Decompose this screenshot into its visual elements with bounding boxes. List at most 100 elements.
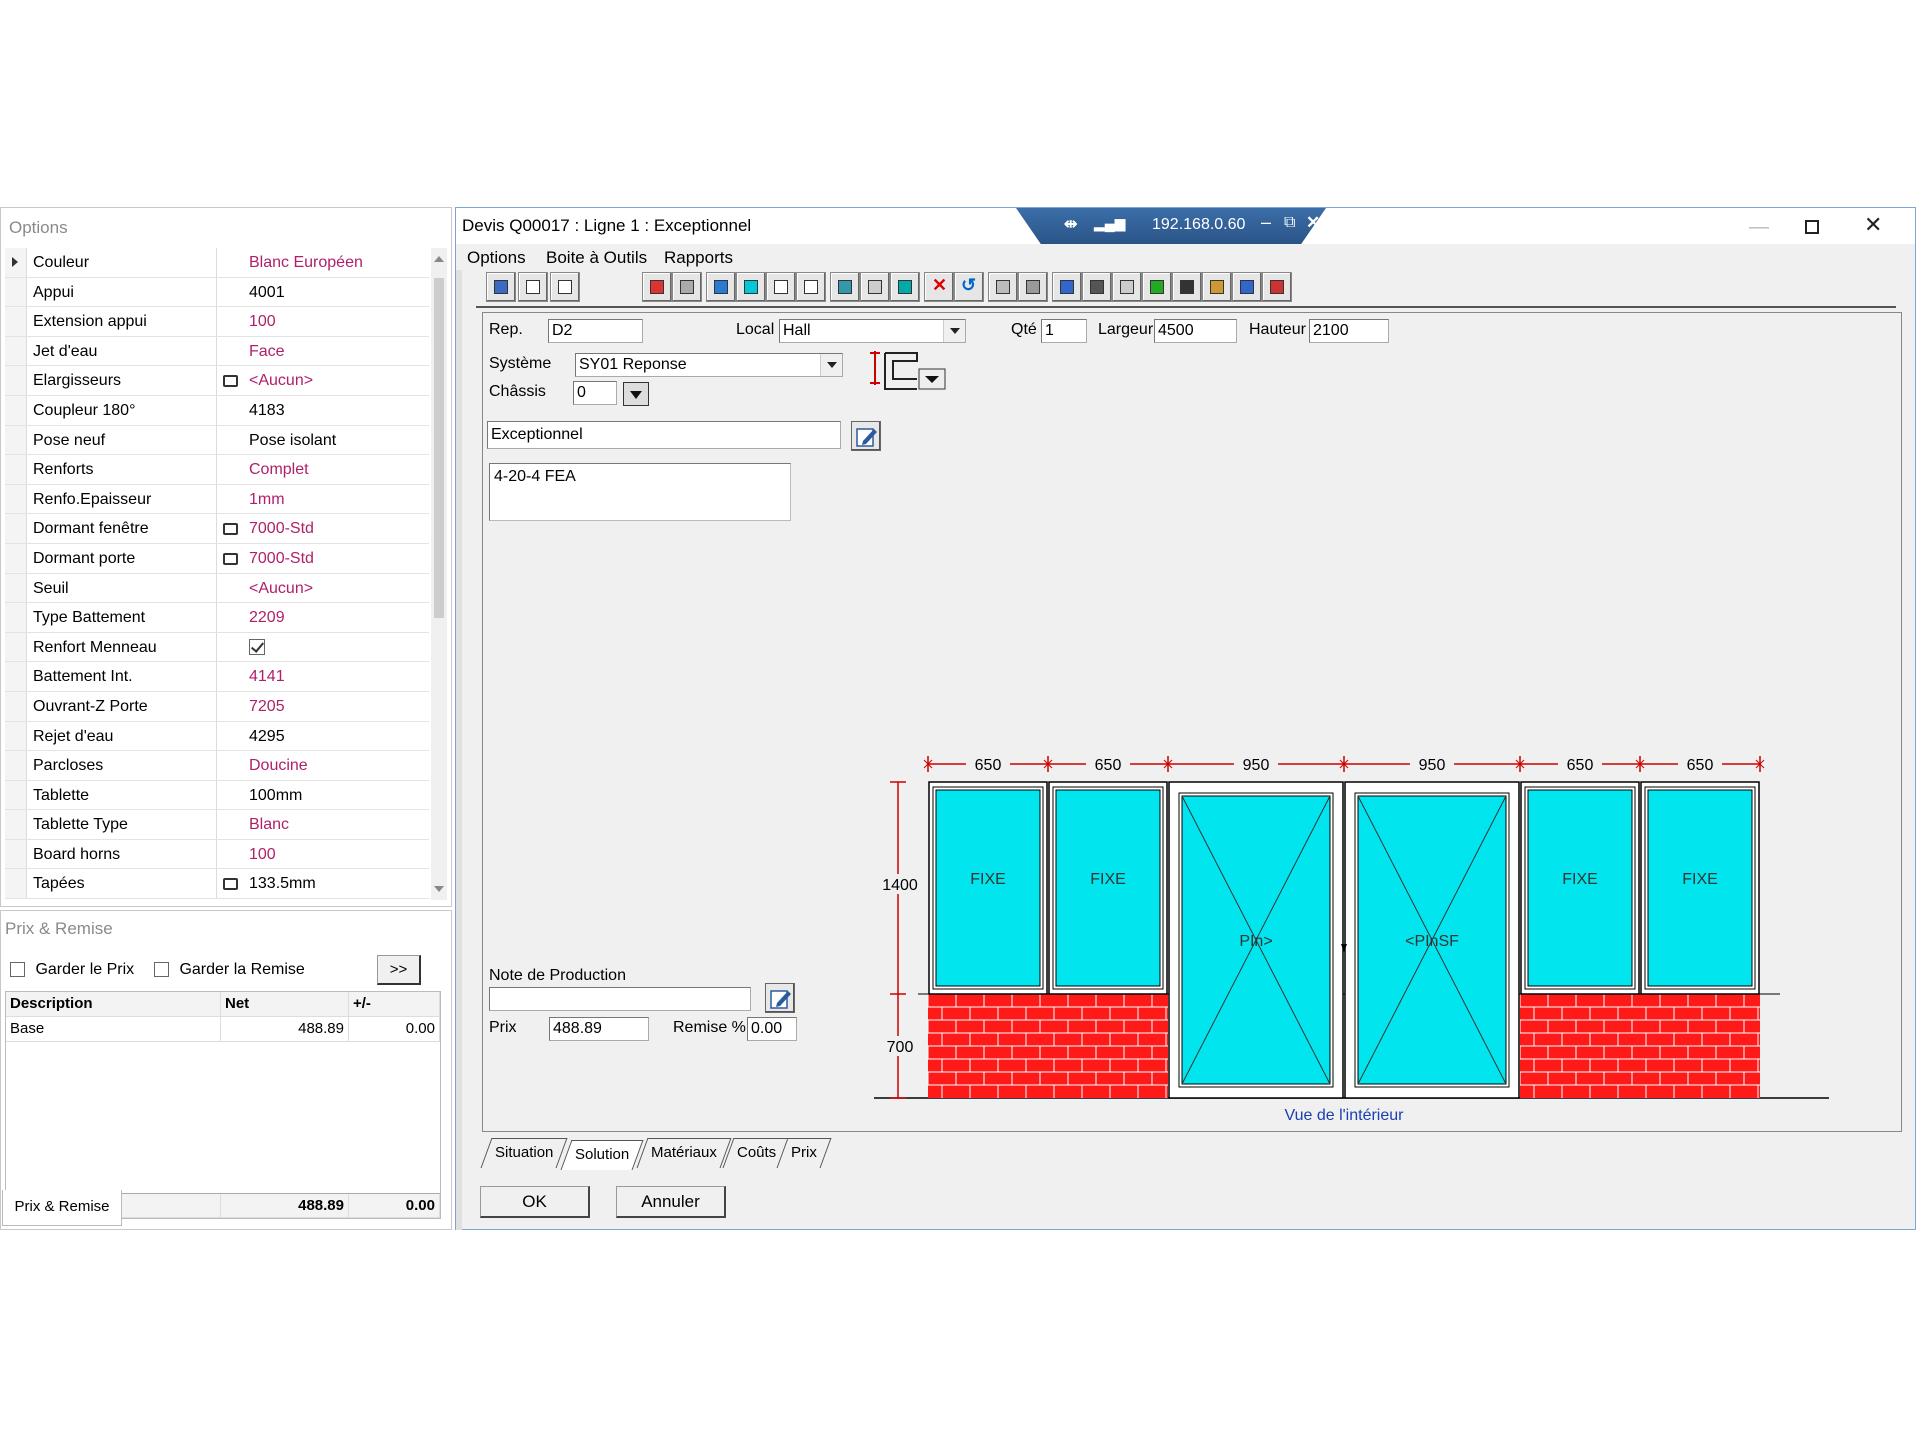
toolbar-button[interactable] <box>1202 272 1232 302</box>
row-selector[interactable] <box>5 395 27 425</box>
chevron-down-icon[interactable] <box>943 320 965 342</box>
option-value[interactable]: 100 <box>247 840 429 869</box>
option-value[interactable]: <Aucun> <box>247 366 429 395</box>
checked-checkbox-icon[interactable] <box>249 638 265 655</box>
option-value[interactable]: <Aucun> <box>247 574 429 603</box>
glass-textarea[interactable]: 4-20-4 FEA <box>489 463 791 521</box>
prix-input[interactable]: 488.89 <box>549 1017 649 1041</box>
col-description-header[interactable]: Description <box>6 992 221 1016</box>
row-selector[interactable] <box>5 751 27 780</box>
options-row[interactable]: Dormant porte 7000-Std <box>5 543 429 574</box>
tab-situation[interactable]: Situation <box>480 1138 568 1168</box>
minimize-icon[interactable]: — <box>1749 216 1769 239</box>
options-row[interactable]: Couleur Blanc Européen <box>5 248 429 278</box>
row-selector[interactable] <box>5 691 27 721</box>
options-row[interactable]: Rejet d'eau 4295 <box>5 721 429 752</box>
scroll-down-icon[interactable] <box>434 886 444 892</box>
table-row[interactable]: Base 488.89 0.00 <box>6 1017 440 1042</box>
row-selector[interactable] <box>5 839 27 869</box>
glass-pane[interactable] <box>1055 789 1161 987</box>
row-selector[interactable] <box>5 721 27 751</box>
remote-close-icon[interactable]: ✕ <box>1306 213 1320 233</box>
toolbar-button[interactable] <box>830 272 860 302</box>
profile-icon[interactable] <box>223 375 238 388</box>
row-selector[interactable] <box>5 425 27 455</box>
tab-prix-remise[interactable]: Prix & Remise <box>2 1190 122 1226</box>
toolbar-button[interactable] <box>1172 272 1202 302</box>
options-row[interactable]: Tablette 100mm <box>5 780 429 811</box>
option-value[interactable]: Blanc Européen <box>247 248 429 277</box>
option-value[interactable]: Face <box>247 337 429 366</box>
option-value[interactable]: 133.5mm <box>247 869 429 898</box>
toolbar-button[interactable] <box>1052 272 1082 302</box>
row-selector[interactable] <box>5 307 27 336</box>
row-selector[interactable] <box>5 484 27 514</box>
options-row[interactable]: Pose neuf Pose isolant <box>5 425 429 456</box>
toolbar-button[interactable]: ↺ <box>954 272 984 302</box>
toolbar-button[interactable] <box>1142 272 1172 302</box>
toolbar-button[interactable] <box>1232 272 1262 302</box>
option-value[interactable]: 2209 <box>247 603 429 632</box>
garder-remise-box[interactable] <box>154 962 169 978</box>
toolbar-button[interactable] <box>988 272 1018 302</box>
toolbar-button[interactable] <box>860 272 890 302</box>
toolbar-button[interactable] <box>550 272 580 302</box>
toolbar-button[interactable] <box>706 272 736 302</box>
option-value[interactable]: 4295 <box>247 722 429 751</box>
options-row[interactable]: Renfort Menneau <box>5 632 429 663</box>
tab-solution[interactable]: Solution <box>560 1140 644 1170</box>
options-row[interactable]: Elargisseurs <Aucun> <box>5 366 429 396</box>
options-row[interactable]: Renforts Complet <box>5 455 429 485</box>
local-select[interactable]: Hall <box>779 319 966 343</box>
row-selector[interactable] <box>5 810 27 839</box>
options-row[interactable]: Extension appui 100 <box>5 307 429 337</box>
glass-pane[interactable] <box>1647 789 1753 987</box>
largeur-input[interactable]: 4500 <box>1154 319 1237 343</box>
row-selector[interactable] <box>5 336 27 366</box>
more-button[interactable]: >> <box>377 955 421 985</box>
toolbar-button[interactable] <box>1112 272 1142 302</box>
toolbar-button[interactable] <box>518 272 548 302</box>
description-input[interactable]: Exceptionnel <box>487 421 841 449</box>
cancel-button[interactable]: Annuler <box>616 1186 726 1218</box>
scroll-thumb[interactable] <box>434 278 444 618</box>
option-icon-cell[interactable] <box>217 514 247 543</box>
garder-prix-checkbox[interactable]: Garder le Prix <box>10 961 134 979</box>
options-row[interactable]: Dormant fenêtre 7000-Std <box>5 514 429 544</box>
tab-prix[interactable]: Prix <box>776 1138 832 1168</box>
note-input[interactable] <box>489 987 751 1011</box>
option-value[interactable]: 7000-Std <box>247 514 429 543</box>
option-icon-cell[interactable] <box>217 869 247 898</box>
glass-pane[interactable] <box>1527 789 1633 987</box>
toolbar-button[interactable] <box>1262 272 1292 302</box>
option-value[interactable]: Blanc <box>247 810 429 839</box>
chassis-dropdown-button[interactable] <box>623 382 649 406</box>
edit-note-button[interactable] <box>765 983 795 1013</box>
systeme-select[interactable]: SY01 Reponse <box>575 353 843 377</box>
options-row[interactable]: Ouvrant-Z Porte 7205 <box>5 691 429 722</box>
options-row[interactable]: Appui 4001 <box>5 277 429 308</box>
edit-description-button[interactable] <box>851 421 881 451</box>
profile-icon[interactable] <box>223 878 238 891</box>
row-selector[interactable] <box>5 248 27 277</box>
toolbar-button[interactable] <box>672 272 702 302</box>
maximize-icon[interactable] <box>1805 220 1819 234</box>
menu-boite-outils[interactable]: Boite à Outils <box>546 248 647 268</box>
options-row[interactable]: Jet d'eau Face <box>5 336 429 367</box>
row-selector[interactable] <box>5 277 27 307</box>
options-scrollbar[interactable] <box>431 248 447 900</box>
options-row[interactable]: Renfo.Epaisseur 1mm <box>5 484 429 515</box>
close-icon[interactable]: ✕ <box>1864 212 1882 238</box>
row-selector[interactable] <box>5 366 27 395</box>
option-value[interactable]: 7000-Std <box>247 544 429 573</box>
options-row[interactable]: Coupleur 180° 4183 <box>5 395 429 426</box>
options-row[interactable]: Type Battement 2209 <box>5 603 429 633</box>
option-value[interactable] <box>247 633 429 662</box>
garder-prix-box[interactable] <box>10 962 25 978</box>
option-value[interactable]: Pose isolant <box>247 426 429 455</box>
qte-input[interactable]: 1 <box>1041 319 1087 343</box>
menu-options[interactable]: Options <box>467 248 526 268</box>
toolbar-button[interactable] <box>642 272 672 302</box>
option-value[interactable]: Complet <box>247 455 429 484</box>
option-value[interactable]: 7205 <box>247 692 429 721</box>
